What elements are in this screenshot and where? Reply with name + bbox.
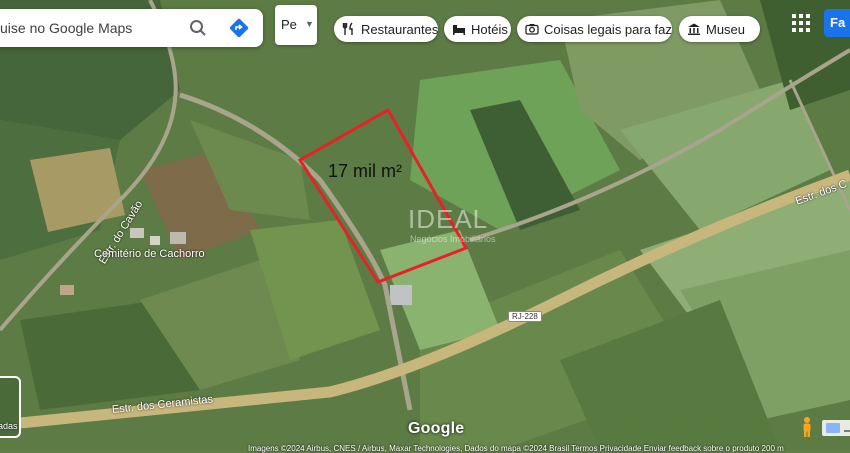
- fork-knife-icon: [342, 22, 356, 36]
- sign-in-button[interactable]: Fa: [824, 9, 850, 37]
- layer-select-label: Pe: [281, 17, 297, 32]
- bed-icon: [452, 22, 466, 36]
- layer-thumbnail-label: adas: [0, 421, 18, 431]
- pegman-icon[interactable]: [797, 416, 817, 438]
- chip-museums[interactable]: Museu: [679, 16, 760, 42]
- apps-grid-icon[interactable]: [792, 14, 810, 32]
- chip-label: Coisas legais para faz: [544, 21, 672, 37]
- watermark-logo: IDEAL: [408, 204, 489, 234]
- search-icon[interactable]: [188, 18, 208, 38]
- search-box[interactable]: uise no Google Maps: [0, 9, 263, 47]
- museum-icon: [687, 22, 701, 36]
- search-input[interactable]: uise no Google Maps: [0, 20, 172, 36]
- area-label: 17 mil m²: [328, 161, 403, 181]
- road-shield: RJ-228: [508, 311, 542, 322]
- chip-label: Restaurantes: [361, 21, 438, 37]
- camera-icon: [525, 22, 539, 36]
- poi-cemetery[interactable]: Cemitério de Cachorro: [94, 248, 205, 260]
- chip-hotels[interactable]: Hotéis: [444, 16, 511, 42]
- watermark-subtitle: Negócios Imobiliários: [410, 234, 496, 244]
- chip-label: Museu: [706, 21, 746, 37]
- google-logo: Google: [408, 420, 465, 437]
- chevron-down-icon: ▼: [305, 19, 314, 29]
- chip-restaurants[interactable]: Restaurantes: [334, 16, 438, 42]
- layer-select[interactable]: Pe ▼: [275, 5, 317, 45]
- map-attribution[interactable]: Imagens ©2024 Airbus, CNES / Airbus, Max…: [248, 444, 784, 453]
- directions-icon[interactable]: [228, 17, 250, 39]
- scale-bar[interactable]: [822, 420, 850, 436]
- chip-things-to-do[interactable]: Coisas legais para faz: [517, 16, 672, 42]
- chip-label: Hotéis: [471, 21, 508, 37]
